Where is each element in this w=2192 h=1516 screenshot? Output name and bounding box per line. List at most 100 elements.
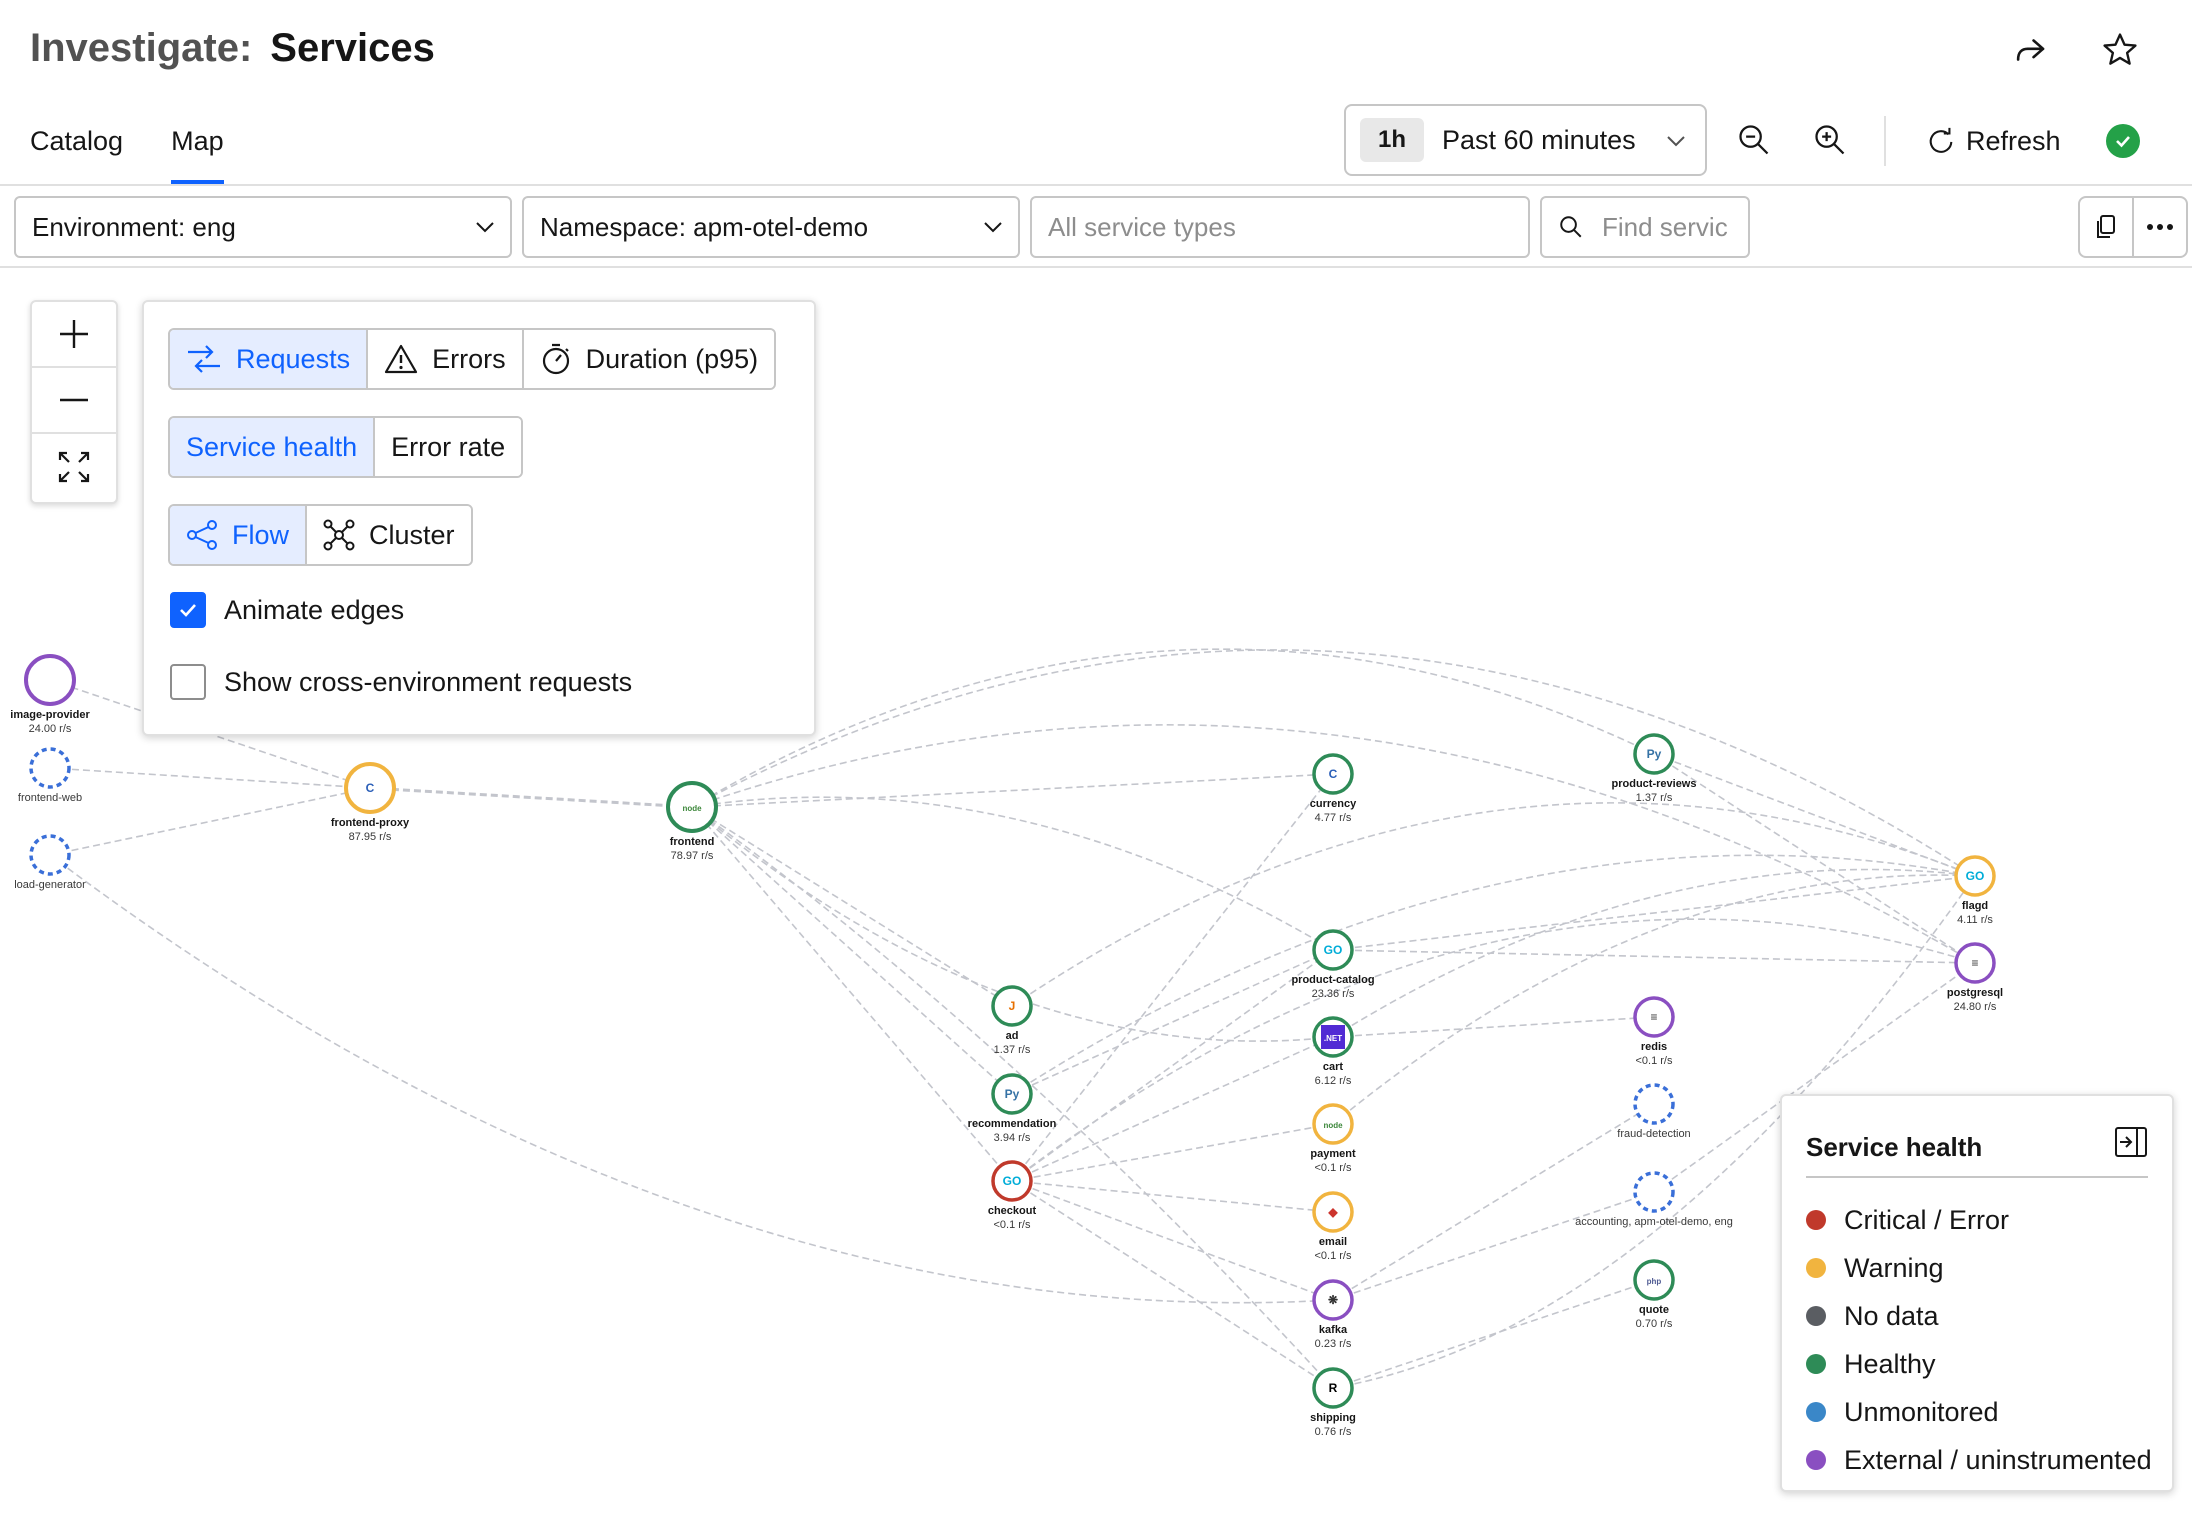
service-node-image-provider[interactable]: image-provider 24.00 r/s <box>10 654 90 735</box>
service-node-rate: 0.23 r/s <box>1315 1338 1352 1350</box>
service-node-payment[interactable]: node payment <0.1 r/s <box>1310 1103 1356 1174</box>
edge-ad-to-flagd[interactable] <box>1011 802 1976 1007</box>
requests-button[interactable]: Requests <box>170 330 369 388</box>
fit-to-screen-icon[interactable] <box>32 434 116 500</box>
service-node-currency[interactable]: Ccurrency 4.77 r/s <box>1310 753 1357 824</box>
edge-frontend-proxy-to-frontend[interactable] <box>369 786 693 809</box>
service-node-accounting[interactable]: accounting, apm-otel-demo, eng <box>1575 1171 1733 1228</box>
animate-edges-checkbox[interactable]: Animate edges <box>170 592 404 628</box>
service-node-label: ad <box>1006 1030 1019 1042</box>
service-node-load-generator[interactable]: load-generator <box>14 834 86 891</box>
service-node-rate: 4.11 r/s <box>1957 914 1993 926</box>
legend-item: No data <box>1806 1292 2152 1340</box>
ruby-icon: ◆ <box>1327 1205 1338 1219</box>
edge-load-generator-to-frontend-proxy[interactable] <box>49 787 371 856</box>
service-node-label: currency <box>1310 798 1357 810</box>
service-node-label: email <box>1319 1236 1347 1248</box>
service-node-kafka[interactable]: ❋ kafka 0.23 r/s <box>1312 1279 1354 1350</box>
service-node-recommendation[interactable]: Py recommendation 3.94 r/s <box>968 1073 1057 1144</box>
service-node-rate: <0.1 r/s <box>1315 1250 1352 1262</box>
legend-item: Healthy <box>1806 1340 2152 1388</box>
errors-label: Errors <box>432 343 506 374</box>
legend-label: External / uninstrumented <box>1844 1444 2152 1475</box>
service-health-button[interactable]: Service health <box>170 418 376 476</box>
edge-checkout-to-email[interactable] <box>1011 1180 1334 1213</box>
error-rate-button[interactable]: Error rate <box>375 418 522 476</box>
service-node-label: checkout <box>988 1205 1037 1217</box>
service-node-ad[interactable]: Jad 1.37 r/s <box>991 985 1033 1056</box>
edge-frontend-to-recommendation[interactable] <box>691 806 1013 1095</box>
service-node-email[interactable]: ◆ email <0.1 r/s <box>1312 1191 1354 1262</box>
edge-checkout-to-currency[interactable] <box>1011 773 1334 1182</box>
service-node-product-catalog[interactable]: GO product-catalog 23.36 r/s <box>1291 929 1375 1000</box>
collapse-panel-icon[interactable] <box>2114 1126 2148 1163</box>
node-ring <box>29 747 71 789</box>
legend-dot-icon <box>1806 1354 1826 1374</box>
legend-item: Warning <box>1806 1244 2152 1292</box>
edge-checkout-to-shipping[interactable] <box>1011 1180 1334 1389</box>
go-icon: GO <box>1003 1174 1022 1188</box>
edge-frontend-to-product-catalog[interactable] <box>691 796 1334 951</box>
service-node-frontend[interactable]: node frontend 78.97 r/s <box>666 781 718 862</box>
service-node-label: frontend <box>670 836 715 848</box>
map-zoom-in-button[interactable] <box>32 302 116 368</box>
requests-label: Requests <box>236 343 351 374</box>
edge-checkout-to-payment[interactable] <box>1011 1123 1334 1182</box>
service-node-quote[interactable]: php quote 0.70 r/s <box>1633 1259 1675 1330</box>
service-node-label: postgresql <box>1947 987 2003 999</box>
database-icon: ≡ <box>1650 1010 1657 1024</box>
edge-frontend-to-currency[interactable] <box>691 773 1334 808</box>
edge-load-generator-to-kafka[interactable] <box>49 854 1334 1304</box>
duration-button[interactable]: Duration (p95) <box>523 330 775 388</box>
legend-label: Warning <box>1844 1252 1944 1283</box>
service-node-label: frontend-web <box>18 792 82 804</box>
edge-checkout-to-cart[interactable] <box>1011 1036 1334 1182</box>
edge-shipping-to-quote[interactable] <box>1332 1279 1655 1389</box>
php-icon: php <box>1647 1277 1662 1286</box>
map-zoom-out-button[interactable] <box>32 368 116 434</box>
service-node-shipping[interactable]: Rshipping 0.76 r/s <box>1310 1367 1356 1438</box>
kafka-icon: ❋ <box>1328 1293 1338 1307</box>
flow-label: Flow <box>232 519 290 550</box>
node-ring <box>1633 1171 1675 1213</box>
service-node-frontend-proxy[interactable]: Cfrontend-proxy 87.95 r/s <box>331 762 410 843</box>
checkbox-unchecked-icon <box>170 664 206 700</box>
service-node-cart[interactable]: .NET cart 6.12 r/s <box>1312 1016 1354 1087</box>
flow-button[interactable]: Flow <box>170 506 308 564</box>
python-icon: Py <box>1005 1087 1020 1101</box>
service-node-redis[interactable]: ≡ redis <0.1 r/s <box>1633 996 1675 1067</box>
service-node-fraud-detection[interactable]: fraud-detection <box>1617 1083 1691 1140</box>
stopwatch-icon <box>542 343 569 375</box>
node-ring <box>1633 1083 1675 1125</box>
edge-product-catalog-to-postgresql[interactable] <box>1332 949 1976 964</box>
service-node-frontend-web[interactable]: frontend-web <box>18 747 82 804</box>
edge-product-catalog-to-flagd[interactable] <box>1332 875 1976 951</box>
service-node-rate: 24.00 r/s <box>29 723 72 735</box>
edge-checkout-to-kafka[interactable] <box>1011 1180 1334 1301</box>
go-icon: GO <box>1966 869 1985 883</box>
edge-recommendation-to-flagd[interactable] <box>1011 854 1976 1095</box>
service-node-rate: 0.70 r/s <box>1636 1318 1673 1330</box>
edge-frontend-to-checkout[interactable] <box>691 806 1013 1182</box>
errors-button[interactable]: Errors <box>368 330 524 388</box>
service-node-rate: 78.97 r/s <box>671 850 714 862</box>
legend-label: Healthy <box>1844 1348 1936 1379</box>
cluster-button[interactable]: Cluster <box>307 506 471 564</box>
legend-label: No data <box>1844 1300 1939 1331</box>
legend-dot-icon <box>1806 1450 1826 1470</box>
edge-kafka-to-fraud-detection[interactable] <box>1332 1103 1655 1301</box>
service-node-label: kafka <box>1319 1324 1348 1336</box>
edge-frontend-to-product-reviews[interactable] <box>691 648 1655 808</box>
service-node-label: cart <box>1323 1061 1344 1073</box>
service-node-postgresql[interactable]: ≡ postgresql 24.80 r/s <box>1947 942 2003 1013</box>
cross-environment-checkbox[interactable]: Show cross-environment requests <box>170 664 632 700</box>
node-icon: node <box>682 804 702 813</box>
service-node-checkout[interactable]: GO checkout <0.1 r/s <box>988 1160 1037 1231</box>
edge-cart-to-redis[interactable] <box>1332 1016 1655 1038</box>
metric-toggle: Requests Errors Duration (p95) <box>168 328 777 390</box>
edge-kafka-to-accounting[interactable] <box>1332 1191 1655 1301</box>
edge-frontend-to-ad[interactable] <box>691 806 1013 1007</box>
legend-title: Service health <box>1806 1132 1983 1162</box>
service-node-product-reviews[interactable]: Py product-reviews 1.37 r/s <box>1612 733 1697 804</box>
service-node-flagd[interactable]: GO flagd 4.11 r/s <box>1954 855 1996 926</box>
